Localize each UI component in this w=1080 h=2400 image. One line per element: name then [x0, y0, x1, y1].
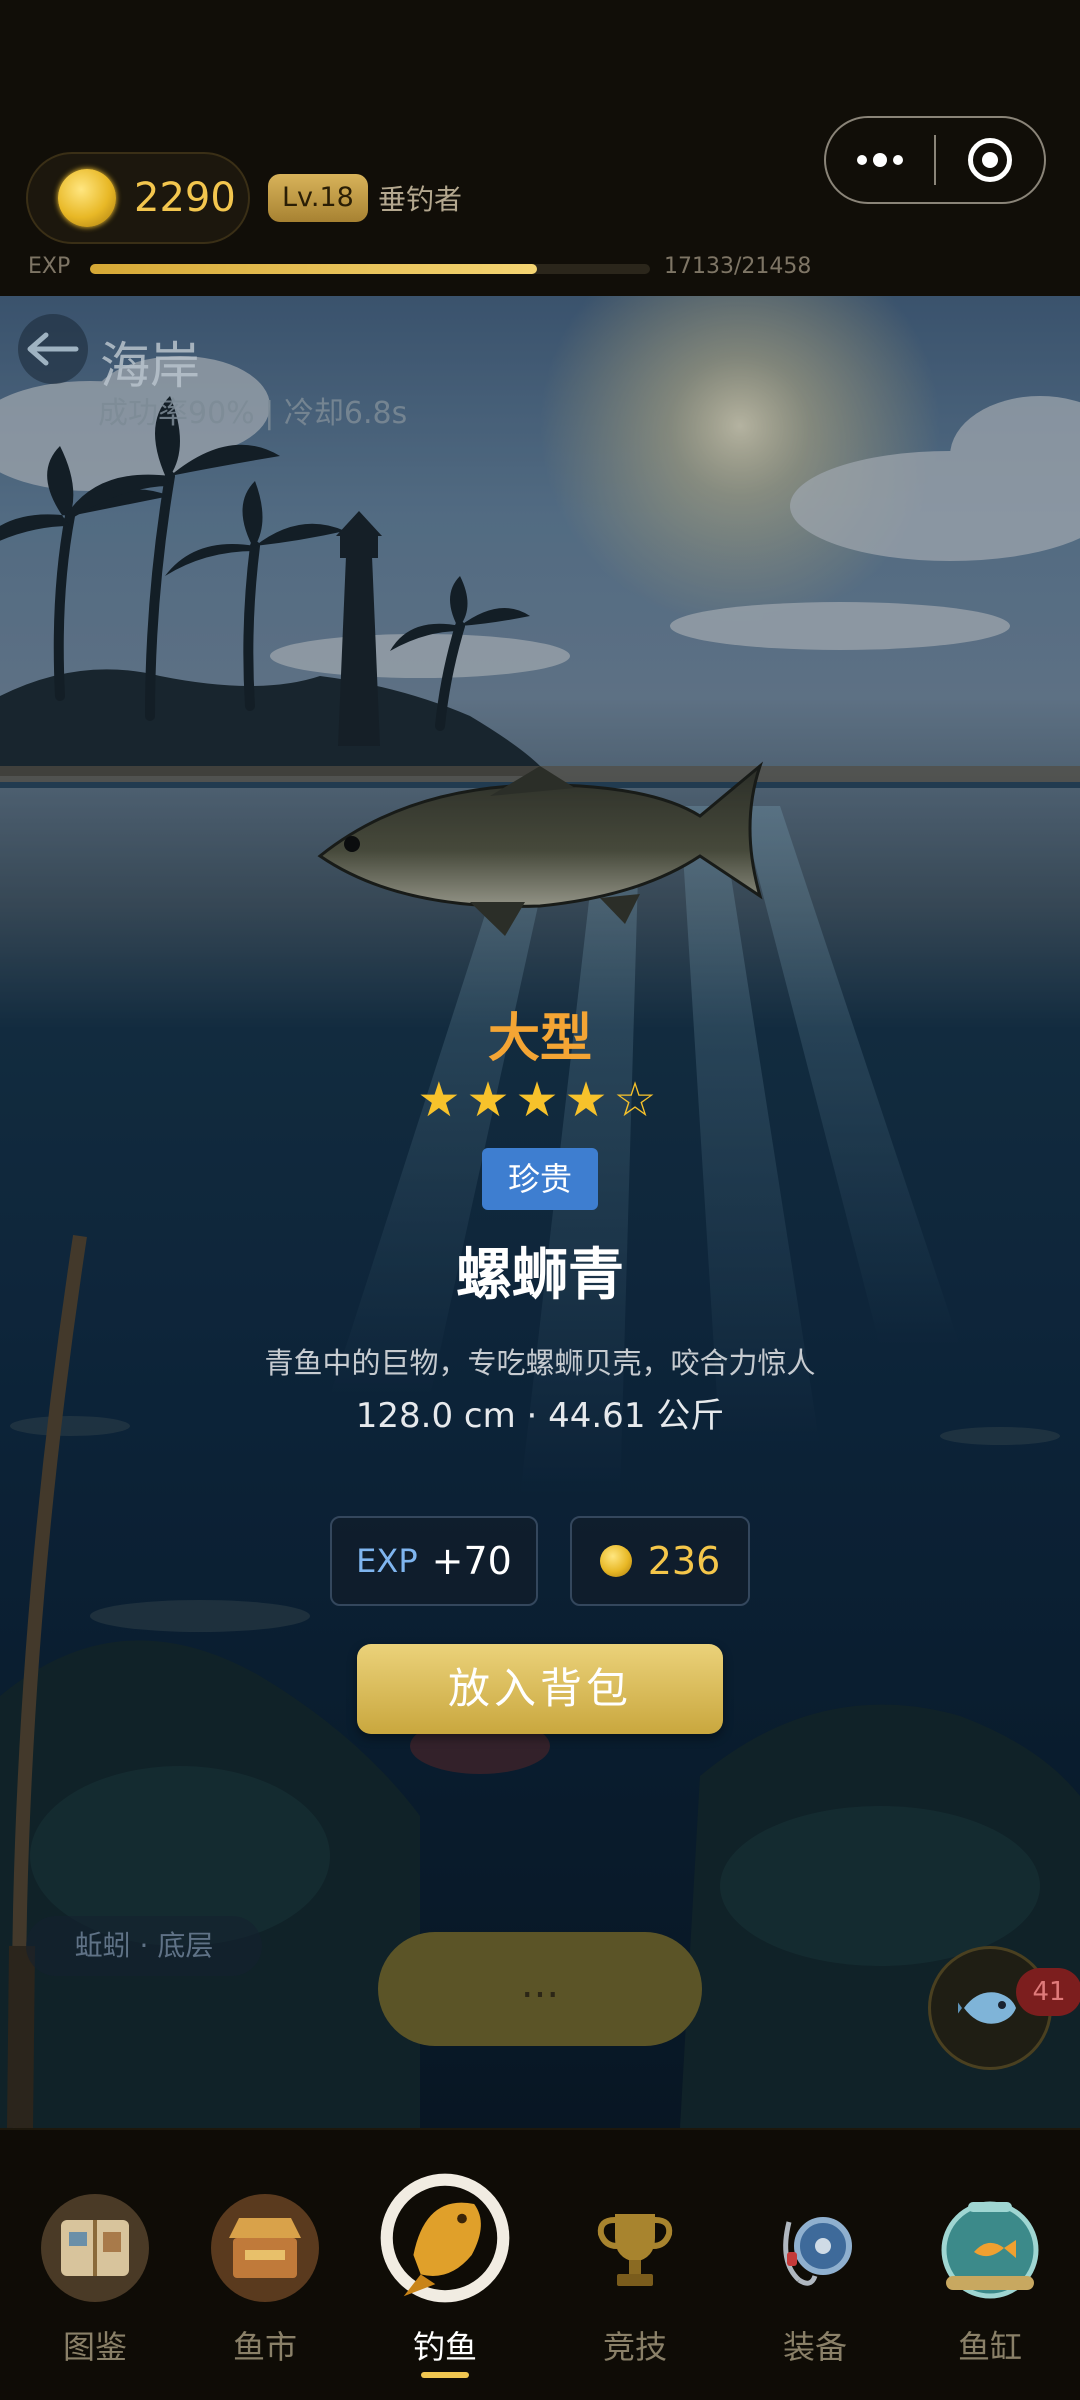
fish-measurements: 128.0 cm · 44.61 公斤: [355, 1396, 725, 1436]
exp-value: 17133/21458: [664, 254, 812, 279]
nav-label-encyclopedia: 图鉴: [62, 2328, 127, 2366]
coin-icon: [58, 169, 116, 227]
fishing-scene: 海岸 成功率90% | 冷却6.8s 大型 ★★★★☆ 珍贵 螺蛳青 青鱼中的巨…: [0, 296, 1080, 2128]
fishbowl-icon: [941, 2201, 1039, 2299]
nav-label-market: 鱼市: [232, 2328, 297, 2366]
nav-item-fishing[interactable]: 钓鱼: [355, 2130, 535, 2400]
fish-name: 螺蛳青: [456, 1243, 624, 1308]
nav-label-fish-tank: 鱼缸: [957, 2328, 1022, 2366]
scene-overlay: [0, 296, 1080, 2128]
fish-size: 大型: [487, 1009, 592, 1069]
put-in-bag-button[interactable]: 放入背包: [357, 1644, 723, 1734]
fish-description: 青鱼中的巨物，专吃螺蛳贝壳，咬合力惊人: [264, 1346, 816, 1380]
coin-reward: 236: [570, 1516, 750, 1606]
trophy-icon: [597, 2214, 673, 2286]
rarity-badge: 珍贵: [482, 1148, 598, 1210]
nav-item-encyclopedia[interactable]: 图鉴: [5, 2130, 185, 2400]
exp-reward-value: +70: [431, 1539, 512, 1583]
exp-reward: EXP +70: [330, 1516, 538, 1606]
coin-balance[interactable]: 2290: [26, 152, 250, 244]
coin-amount: 2290: [134, 175, 236, 221]
fish-icon: [958, 1992, 1016, 2024]
nav-label-equipment: 装备: [782, 2328, 847, 2366]
more-options-button[interactable]: [826, 118, 934, 202]
star-rating: ★★★★☆: [417, 1072, 663, 1128]
exp-label: EXP: [28, 254, 71, 279]
tank-count-badge: 41: [1016, 1968, 1080, 2016]
back-arrow-icon: [27, 332, 79, 366]
coin-reward-value: 236: [647, 1539, 721, 1583]
exp-reward-label: EXP: [356, 1542, 418, 1580]
coin-icon: [599, 1545, 632, 1577]
level-badge: Lv.18: [268, 174, 368, 222]
nav-item-equipment[interactable]: 装备: [725, 2130, 905, 2400]
nav-item-fish-tank[interactable]: 鱼缸: [900, 2130, 1080, 2400]
back-button[interactable]: [18, 314, 88, 384]
active-tab-indicator: [421, 2372, 469, 2378]
bottom-nav: 图鉴 鱼市 钓鱼 竞技 装备 鱼缸: [0, 2128, 1080, 2400]
close-miniprogram-button[interactable]: [936, 118, 1044, 202]
book-icon: [41, 2194, 149, 2302]
location-stats: 成功率90% | 冷却6.8s: [98, 396, 408, 431]
cast-button[interactable]: ...: [378, 1932, 702, 2046]
exp-progress-fill: [90, 264, 537, 274]
rank-title: 垂钓者: [378, 183, 463, 216]
nav-item-market[interactable]: 鱼市: [175, 2130, 355, 2400]
golden-koi-icon: [380, 2173, 510, 2303]
top-bar: 2290 Lv.18 垂钓者 EXP 17133/21458: [0, 0, 1080, 296]
nav-label-fishing: 钓鱼: [412, 2328, 477, 2366]
market-icon: [211, 2194, 319, 2302]
nav-label-arena: 竞技: [602, 2328, 667, 2366]
nav-item-arena[interactable]: 竞技: [545, 2130, 725, 2400]
miniprogram-capsule: [824, 116, 1046, 204]
bait-selector[interactable]: 蚯蚓 · 底层: [26, 1916, 262, 1976]
fishing-reel-icon: [783, 2217, 852, 2286]
exp-progress-bar: [90, 264, 650, 274]
target-icon: [967, 138, 1012, 182]
